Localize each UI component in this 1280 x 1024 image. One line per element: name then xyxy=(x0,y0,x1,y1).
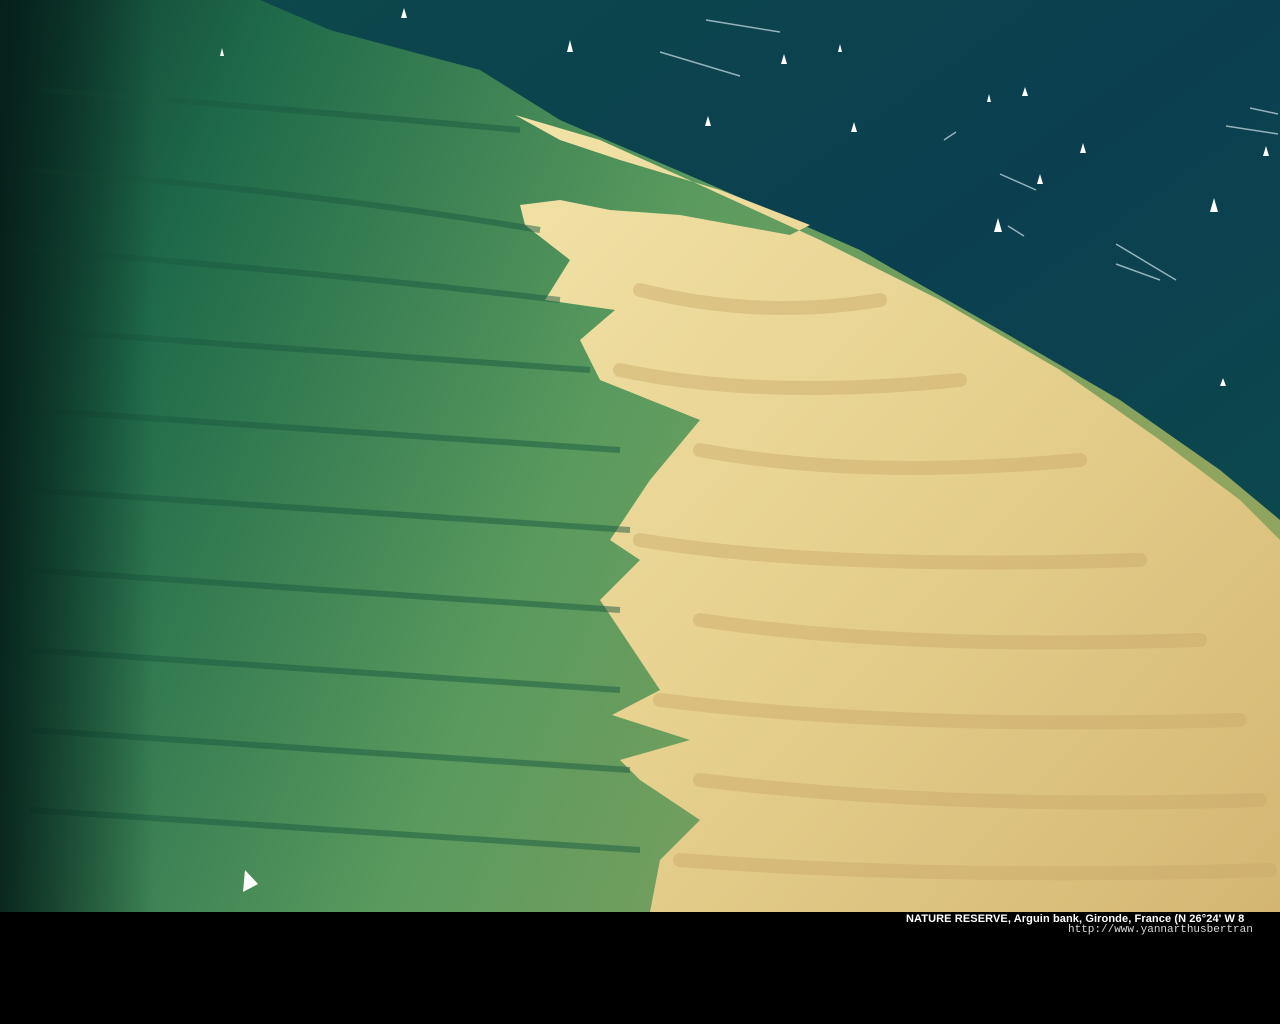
caption-bar: NATURE RESERVE, Arguin bank, Gironde, Fr… xyxy=(0,912,1280,1024)
aerial-photo xyxy=(0,0,1280,912)
left-shadow xyxy=(0,0,1280,912)
photographer-url: http://www.yannarthusbertran xyxy=(1068,924,1253,936)
sandbank-illustration xyxy=(0,0,1280,912)
wallpaper: NATURE RESERVE, Arguin bank, Gironde, Fr… xyxy=(0,0,1280,1024)
